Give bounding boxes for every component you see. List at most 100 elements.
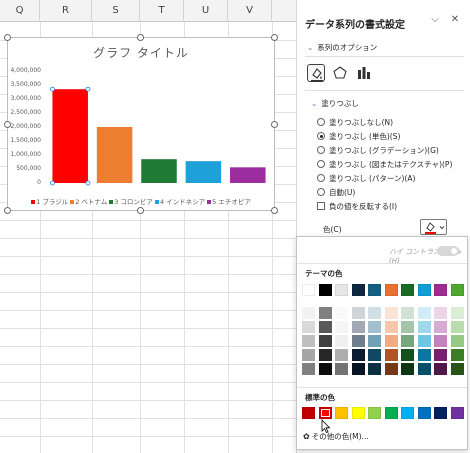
standard-color-swatch[interactable] xyxy=(417,407,431,419)
theme-color-swatch[interactable] xyxy=(335,284,348,296)
theme-color-shade[interactable] xyxy=(417,321,431,333)
column-header-v[interactable]: V xyxy=(228,0,272,22)
theme-color-shade[interactable] xyxy=(351,321,365,333)
close-icon[interactable]: ✕ xyxy=(449,14,461,25)
theme-color-shade[interactable] xyxy=(417,307,431,319)
selection-handle[interactable] xyxy=(50,86,55,92)
resize-handle-l[interactable] xyxy=(4,121,11,128)
standard-color-swatch[interactable] xyxy=(401,407,414,419)
theme-color-shade[interactable] xyxy=(401,307,414,319)
resize-handle-b[interactable] xyxy=(137,207,144,214)
bar[interactable] xyxy=(230,167,266,183)
resize-handle-br[interactable] xyxy=(271,207,278,214)
plot-area[interactable] xyxy=(8,38,276,212)
resize-handle-r[interactable] xyxy=(271,121,278,128)
theme-color-shade[interactable] xyxy=(434,349,447,361)
theme-color-shade[interactable] xyxy=(434,335,447,347)
theme-color-shade[interactable] xyxy=(302,335,315,347)
resize-handle-tl[interactable] xyxy=(4,34,11,41)
theme-color-shade[interactable] xyxy=(450,335,464,347)
fill-color-button[interactable] xyxy=(420,219,447,235)
theme-color-shade[interactable] xyxy=(302,307,315,319)
selection-handle[interactable] xyxy=(85,180,91,186)
fill-section-header[interactable]: ⌄ 塗りつぶし xyxy=(311,98,359,109)
radio-button[interactable] xyxy=(317,132,325,140)
bar[interactable] xyxy=(185,161,222,183)
theme-color-shade[interactable] xyxy=(401,363,414,375)
theme-color-shade[interactable] xyxy=(384,321,398,333)
resize-handle-t[interactable] xyxy=(137,34,144,41)
standard-color-swatch[interactable] xyxy=(302,407,315,419)
theme-color-shade[interactable] xyxy=(302,363,315,375)
theme-color-shade[interactable] xyxy=(318,321,332,333)
fill-line-icon[interactable] xyxy=(307,64,325,82)
radio-button[interactable] xyxy=(317,118,325,126)
theme-color-shade[interactable] xyxy=(351,335,365,347)
standard-color-swatch[interactable] xyxy=(368,407,381,419)
theme-color-shade[interactable] xyxy=(450,307,464,319)
bar[interactable] xyxy=(96,127,133,183)
resize-handle-bl[interactable] xyxy=(4,207,11,214)
radio-button[interactable] xyxy=(317,146,325,154)
fill-option-pattern[interactable]: 塗りつぶし (パターン)(A) xyxy=(317,173,415,184)
theme-color-shade[interactable] xyxy=(351,349,365,361)
standard-color-swatch[interactable] xyxy=(351,407,365,419)
more-colors-option[interactable]: ✿ その他の色(M)... xyxy=(303,431,369,442)
theme-color-shade[interactable] xyxy=(450,321,464,333)
fill-option-auto[interactable]: 自動(U) xyxy=(317,187,355,198)
theme-color-shade[interactable] xyxy=(417,363,431,375)
theme-color-swatch[interactable] xyxy=(302,284,315,296)
theme-color-shade[interactable] xyxy=(434,307,447,319)
radio-button[interactable] xyxy=(317,188,325,196)
theme-color-shade[interactable] xyxy=(401,335,414,347)
theme-color-swatch[interactable] xyxy=(351,284,365,296)
theme-color-shade[interactable] xyxy=(401,349,414,361)
legend-entry[interactable]: 2 ベトナム xyxy=(70,196,107,206)
theme-color-swatch[interactable] xyxy=(434,284,447,296)
theme-color-shade[interactable] xyxy=(368,307,381,319)
theme-color-swatch[interactable] xyxy=(401,284,414,296)
theme-color-shade[interactable] xyxy=(351,307,365,319)
radio-button[interactable] xyxy=(317,160,325,168)
theme-color-shade[interactable] xyxy=(368,321,381,333)
fill-option-none[interactable]: 塗りつぶしなし(N) xyxy=(317,117,393,128)
column-header-q[interactable]: Q xyxy=(0,0,40,22)
theme-color-shade[interactable] xyxy=(384,335,398,347)
series-options-dropdown[interactable]: ⌄ 系列のオプション xyxy=(307,42,377,53)
bar[interactable] xyxy=(141,159,177,183)
theme-color-shade[interactable] xyxy=(401,321,414,333)
theme-color-shade[interactable] xyxy=(384,363,398,375)
chevron-down-icon[interactable]: ⌵ xyxy=(429,14,441,25)
fill-option-picture[interactable]: 塗りつぶし (図またはテクスチャ)(P) xyxy=(317,159,452,170)
theme-color-shade[interactable] xyxy=(434,363,447,375)
theme-color-shade[interactable] xyxy=(368,349,381,361)
theme-color-shade[interactable] xyxy=(335,335,348,347)
legend-entry[interactable]: 5 エチオピア xyxy=(207,196,251,206)
theme-color-shade[interactable] xyxy=(335,363,348,375)
theme-color-shade[interactable] xyxy=(318,363,332,375)
selection-handle[interactable] xyxy=(50,180,55,186)
standard-color-swatch[interactable] xyxy=(318,407,332,419)
series-options-icon[interactable] xyxy=(355,64,373,82)
theme-color-shade[interactable] xyxy=(450,349,464,361)
theme-color-shade[interactable] xyxy=(417,349,431,361)
theme-color-swatch[interactable] xyxy=(318,284,332,296)
theme-color-shade[interactable] xyxy=(368,335,381,347)
fill-option-solid[interactable]: 塗りつぶし (単色)(S) xyxy=(317,131,400,142)
standard-color-swatch[interactable] xyxy=(335,407,348,419)
theme-color-shade[interactable] xyxy=(351,363,365,375)
column-header-u[interactable]: U xyxy=(184,0,228,22)
theme-color-shade[interactable] xyxy=(302,321,315,333)
chart-area[interactable]: グラフ タイトル 4,000,000 3,500,000 3,000,000 2,50… xyxy=(7,37,275,211)
radio-button[interactable] xyxy=(317,174,325,182)
theme-color-shade[interactable] xyxy=(434,321,447,333)
legend[interactable]: 1 ブラジル 2 ベトナム 3 コロンビア 4 インドネシア 5 エチオピア xyxy=(8,196,274,206)
theme-color-shade[interactable] xyxy=(417,335,431,347)
theme-color-shade[interactable] xyxy=(335,349,348,361)
selection-handle[interactable] xyxy=(85,86,91,92)
theme-color-swatch[interactable] xyxy=(384,284,398,296)
resize-handle-tr[interactable] xyxy=(271,34,278,41)
legend-entry[interactable]: 1 ブラジル xyxy=(31,196,68,206)
theme-color-shade[interactable] xyxy=(450,363,464,375)
theme-color-shade[interactable] xyxy=(318,335,332,347)
